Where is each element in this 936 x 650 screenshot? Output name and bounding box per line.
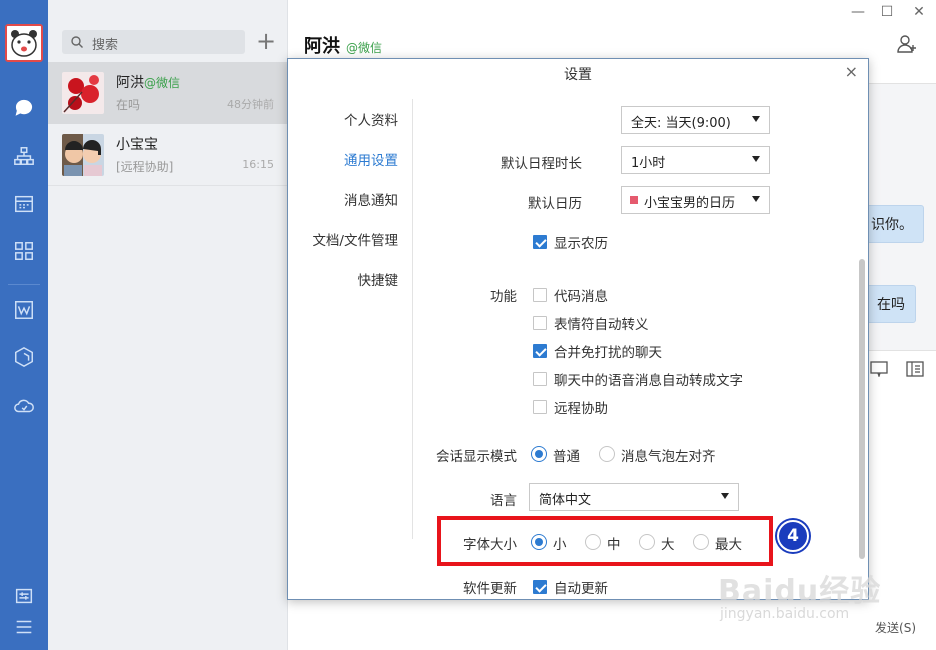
chat-icon[interactable]	[12, 96, 36, 120]
search-input[interactable]: 搜索	[62, 30, 245, 54]
contact-avatar	[62, 134, 104, 176]
flower-photo-icon	[62, 72, 104, 114]
settings-tab-profile[interactable]: 个人资料	[344, 109, 398, 129]
chat-time: 48分钟前	[227, 98, 274, 111]
document-icon[interactable]	[12, 298, 36, 322]
bear-avatar-icon	[7, 26, 41, 60]
mode-option-label: 消息气泡左对齐	[621, 449, 716, 465]
send-button[interactable]: 发送(S)	[875, 619, 916, 636]
chat-title-source: @微信	[346, 41, 383, 55]
auto-update-checkbox[interactable]	[533, 580, 547, 594]
nav-divider	[8, 284, 40, 285]
step-badge: 4	[777, 520, 809, 552]
contact-avatar	[62, 72, 104, 114]
duration-label: 默认日程时长	[501, 156, 582, 172]
feature-label: 远程协助	[554, 401, 608, 417]
language-label: 语言	[490, 493, 517, 509]
sidebar-divider	[412, 99, 413, 539]
duration-select[interactable]: 1小时	[621, 146, 770, 174]
mode-label: 会话显示模式	[436, 449, 517, 465]
feature-checkbox-merge[interactable]	[533, 344, 547, 358]
menu-icon[interactable]	[12, 615, 36, 639]
feature-checkbox-code[interactable]	[533, 288, 547, 302]
chat-preview: [远程协助]	[116, 160, 174, 174]
feature-label: 聊天中的语音消息自动转成文字	[554, 373, 743, 389]
add-chat-button[interactable]: +	[254, 29, 278, 54]
contacts-icon[interactable]	[12, 144, 36, 168]
mode-radio-normal[interactable]	[531, 446, 547, 462]
message-bubble-1: 在吗	[866, 285, 916, 323]
calendar-color-swatch	[630, 196, 638, 204]
settings-tab-notifications[interactable]: 消息通知	[344, 189, 398, 209]
feature-label: 合并免打扰的聊天	[554, 345, 662, 361]
calendar-value: 小宝宝男的日历	[644, 196, 736, 211]
chat-title: 阿洪 @微信	[304, 36, 383, 57]
chat-name: 小宝宝	[116, 137, 158, 153]
screenshot-icon[interactable]	[870, 361, 888, 377]
auto-update-label: 自动更新	[554, 581, 608, 597]
box-icon[interactable]	[12, 345, 36, 369]
chevron-down-icon	[721, 493, 729, 499]
allday-value: 全天: 当天(9:00)	[631, 116, 731, 131]
lunar-checkbox[interactable]	[533, 235, 547, 249]
feature-label: 表情符自动转义	[554, 317, 649, 333]
feature-label: 代码消息	[554, 289, 608, 305]
left-nav-bar	[0, 0, 48, 650]
chat-item-1[interactable]: 小宝宝 [远程协助] 16:15	[48, 124, 288, 186]
dialog-scrollbar[interactable]	[859, 259, 865, 559]
calendar-label: 默认日历	[528, 196, 582, 212]
maximize-button[interactable]: ☐	[877, 4, 897, 20]
feature-checkbox-emoji[interactable]	[533, 316, 547, 330]
search-placeholder: 搜索	[92, 38, 119, 53]
chevron-down-icon	[752, 116, 760, 122]
chat-name: 阿洪@微信	[116, 75, 181, 91]
chat-time: 16:15	[242, 158, 274, 171]
settings-icon[interactable]	[12, 584, 36, 608]
dialog-title: 设置	[564, 67, 592, 83]
highlight-box	[437, 516, 773, 566]
features-label: 功能	[490, 289, 517, 305]
close-window-button[interactable]: ✕	[909, 4, 929, 20]
dialog-close-button[interactable]: ×	[845, 62, 858, 81]
search-icon	[71, 36, 83, 48]
history-icon[interactable]	[906, 361, 924, 377]
feature-checkbox-voice[interactable]	[533, 372, 547, 386]
update-label: 软件更新	[463, 581, 517, 597]
language-value: 简体中文	[539, 493, 592, 508]
lunar-label: 显示农历	[554, 236, 608, 252]
allday-select[interactable]: 全天: 当天(9:00)	[621, 106, 770, 134]
add-member-icon[interactable]	[896, 33, 918, 55]
chevron-down-icon	[752, 156, 760, 162]
chat-source: @微信	[144, 76, 181, 90]
chat-preview: 在吗	[116, 98, 141, 112]
chat-item-0[interactable]: 阿洪@微信 在吗 48分钟前	[48, 62, 288, 124]
calendar-select[interactable]: 小宝宝男的日历	[621, 186, 770, 214]
calendar-icon[interactable]	[12, 192, 36, 216]
settings-tab-files[interactable]: 文档/文件管理	[312, 229, 398, 249]
user-avatar[interactable]	[5, 24, 43, 62]
settings-tab-shortcuts[interactable]: 快捷键	[358, 269, 399, 289]
duration-value: 1小时	[631, 156, 666, 171]
settings-tab-general[interactable]: 通用设置	[344, 149, 398, 169]
apps-icon[interactable]	[12, 239, 36, 263]
language-select[interactable]: 简体中文	[529, 483, 739, 511]
mode-radio-bubble-left[interactable]	[599, 446, 615, 462]
watermark-brand: Baidu经验	[718, 574, 882, 609]
minimize-button[interactable]: —	[848, 4, 868, 20]
watermark-url: jingyan.baidu.com	[720, 606, 850, 622]
feature-checkbox-remote[interactable]	[533, 400, 547, 414]
message-bubble-0: 识你。	[860, 205, 924, 243]
cloud-icon[interactable]	[12, 394, 36, 418]
mode-option-label: 普通	[553, 449, 580, 465]
children-photo-icon	[62, 134, 104, 176]
chevron-down-icon	[752, 196, 760, 202]
chat-list-panel: 搜索 + 阿洪@微信 在吗 48分钟前 小宝宝 [远程协助] 16:15	[48, 0, 288, 650]
